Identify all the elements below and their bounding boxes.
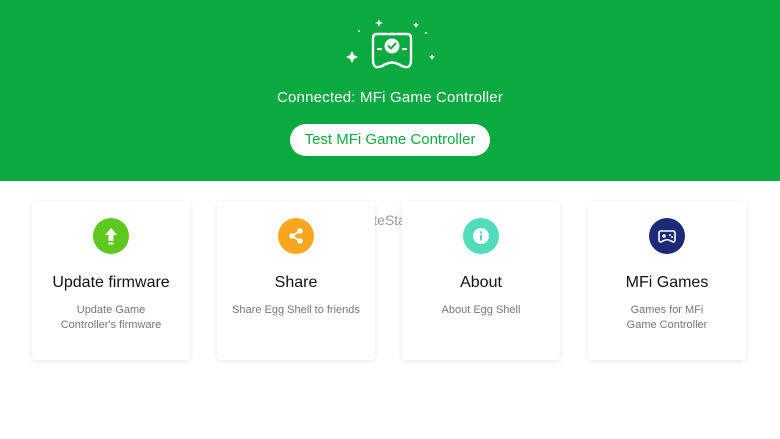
card-description-line: Games for MFi: [630, 304, 704, 316]
card-description-line: Game Controller: [626, 319, 708, 331]
mfi-games-card[interactable]: MFi Games Games for MFi Game Controller: [588, 202, 746, 360]
card-description: About Egg Shell: [414, 303, 548, 318]
about-card[interactable]: About About Egg Shell: [402, 202, 560, 360]
card-description: Update Game Controller's firmware: [44, 303, 178, 333]
controller-connected-icon: [346, 19, 435, 69]
upload-arrow-icon: [93, 218, 129, 254]
card-title: Share: [274, 274, 318, 291]
gamepad-icon: [649, 218, 685, 254]
card-title: MFi Games: [625, 274, 709, 291]
card-title: Update firmware: [52, 274, 170, 291]
header-banner: Connected: MFi Game Controller Test MFi …: [0, 0, 780, 181]
share-card[interactable]: Share Share Egg Shell to friends: [217, 202, 375, 360]
info-icon: [463, 218, 499, 254]
card-description: Share Egg Shell to friends: [229, 303, 363, 318]
card-description: Games for MFi Game Controller: [600, 303, 734, 333]
card-description-line: About Egg Shell: [441, 304, 521, 316]
share-icon: [278, 218, 314, 254]
card-description-line: Share Egg Shell to friends: [232, 304, 360, 316]
connection-status: Connected: MFi Game Controller: [276, 89, 504, 106]
card-title: About: [460, 274, 502, 291]
card-description-line: Controller's firmware: [60, 319, 162, 331]
test-controller-button[interactable]: Test MFi Game Controller: [290, 124, 490, 156]
card-description-line: Update Game: [76, 304, 146, 316]
update-firmware-card[interactable]: Update firmware Update Game Controller's…: [32, 202, 190, 360]
